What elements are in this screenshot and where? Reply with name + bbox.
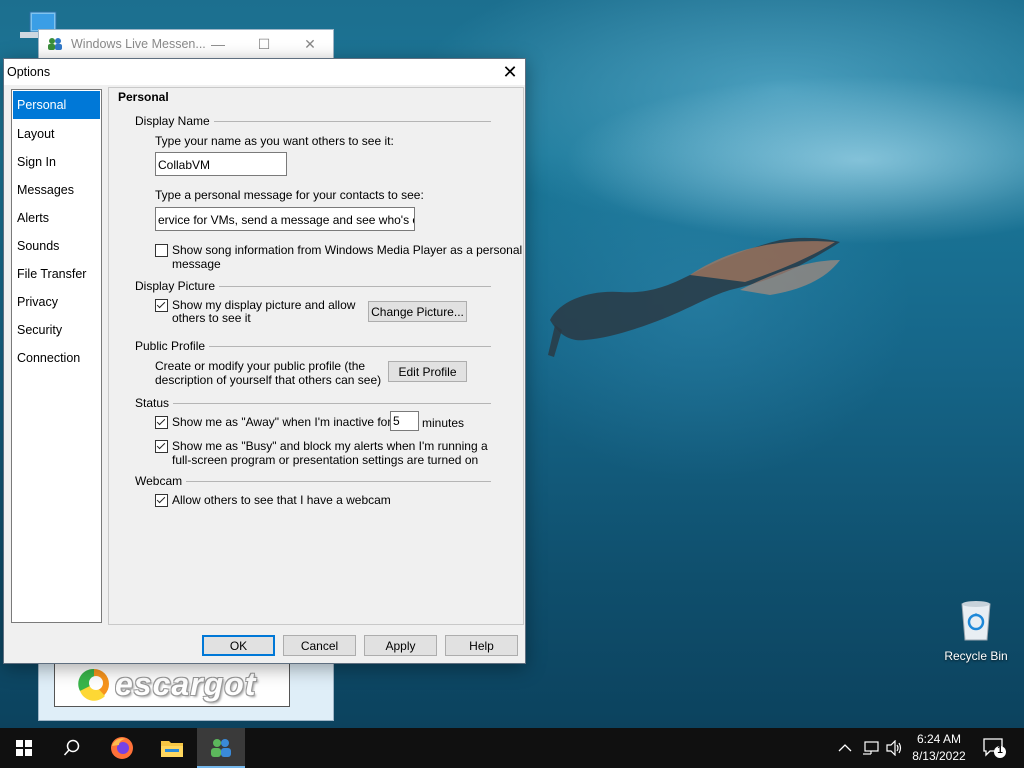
options-titlebar[interactable]: Options ✕ <box>4 59 525 85</box>
wallpaper-diver <box>548 237 840 357</box>
busy-label: Show me as "Busy" and block my alerts wh… <box>172 439 488 453</box>
category-privacy[interactable]: Privacy <box>12 288 101 316</box>
firefox-icon <box>111 737 133 759</box>
apply-button[interactable]: Apply <box>364 635 437 656</box>
messenger-taskbar-button[interactable] <box>197 728 245 768</box>
chevron-up-icon <box>838 744 852 752</box>
section-label: Display Picture <box>135 279 216 293</box>
category-file-transfer[interactable]: File Transfer <box>12 260 101 288</box>
network-icon <box>863 741 879 755</box>
options-dialog[interactable]: Options ✕ Personal Layout Sign In Messag… <box>3 58 526 664</box>
away-label: Show me as "Away" when I'm inactive for <box>172 415 392 429</box>
help-button[interactable]: Help <box>445 635 518 656</box>
away-checkbox[interactable] <box>155 416 168 429</box>
category-list[interactable]: Personal Layout Sign In Messages Alerts … <box>11 89 102 623</box>
category-sounds[interactable]: Sounds <box>12 232 101 260</box>
song-info-checkbox[interactable] <box>155 244 168 257</box>
section-label: Public Profile <box>135 339 206 353</box>
options-title: Options <box>7 65 51 79</box>
section-label: Status <box>135 396 170 410</box>
change-picture-button[interactable]: Change Picture... <box>368 301 467 322</box>
file-explorer-taskbar-button[interactable] <box>148 728 196 768</box>
escargot-banner: escargot <box>54 661 290 707</box>
minimize-button[interactable]: — <box>195 30 241 58</box>
category-alerts[interactable]: Alerts <box>12 204 101 232</box>
minutes-label: minutes <box>422 416 465 430</box>
category-layout[interactable]: Layout <box>12 120 101 148</box>
show-hidden-icons-button[interactable] <box>838 728 852 768</box>
busy-label-line2: full-screen program or presentation sett… <box>172 453 479 467</box>
away-minutes-input[interactable]: 5 <box>390 411 419 431</box>
start-button[interactable] <box>0 728 48 768</box>
profile-description: Create or modify your public profile (th… <box>155 359 366 373</box>
clock-date: 8/13/2022 <box>912 749 966 763</box>
section-status: Status <box>135 396 491 410</box>
notification-count: 1 <box>997 745 1003 756</box>
personal-message-input[interactable]: ervice for VMs, send a message and see w… <box>155 207 415 231</box>
message-prompt: Type a personal message for your contact… <box>155 188 424 202</box>
show-picture-label-line2: others to see it <box>172 311 251 325</box>
name-prompt: Type your name as you want others to see… <box>155 134 394 148</box>
search-icon <box>63 739 80 756</box>
taskbar: 6:24 AM 8/13/2022 1 <box>0 728 1024 768</box>
show-picture-label: Show my display picture and allow <box>172 298 356 312</box>
escargot-logo-icon <box>78 668 109 701</box>
recycle-bin-label: Recycle Bin <box>944 649 1008 663</box>
messenger-titlebar[interactable]: Windows Live Messen... — ☐ ✕ <box>39 30 333 58</box>
section-divider <box>186 480 491 482</box>
clock-time: 6:24 AM <box>916 732 962 746</box>
webcam-checkbox[interactable] <box>155 494 168 507</box>
messenger-icon <box>211 739 231 757</box>
file-explorer-icon <box>161 741 183 757</box>
category-personal[interactable]: Personal <box>13 91 100 119</box>
clock[interactable]: 6:24 AM 8/13/2022 <box>900 731 978 765</box>
edit-profile-button[interactable]: Edit Profile <box>388 361 467 382</box>
section-public-profile: Public Profile <box>135 339 491 353</box>
escargot-banner-text: escargot <box>115 665 257 702</box>
ok-button[interactable]: OK <box>202 635 275 656</box>
messenger-icon <box>48 38 62 50</box>
section-display-picture: Display Picture <box>135 279 491 293</box>
section-divider <box>173 402 491 404</box>
panel-title: Personal <box>118 90 169 104</box>
cancel-button[interactable]: Cancel <box>283 635 356 656</box>
section-webcam: Webcam <box>135 474 491 488</box>
display-name-input[interactable]: CollabVM <box>155 152 287 176</box>
personal-panel: Personal Display Name Type your name as … <box>108 87 524 625</box>
network-button[interactable] <box>862 728 880 768</box>
profile-description-line2: description of yourself that others can … <box>155 373 382 387</box>
category-security[interactable]: Security <box>12 316 101 344</box>
start-icon <box>16 740 32 756</box>
category-sign-in[interactable]: Sign In <box>12 148 101 176</box>
section-display-name: Display Name <box>135 114 491 128</box>
firefox-taskbar-button[interactable] <box>98 728 146 768</box>
messenger-title: Windows Live Messen... <box>71 37 206 51</box>
maximize-button[interactable]: ☐ <box>241 30 287 58</box>
section-label: Webcam <box>135 474 183 488</box>
recycle-bin[interactable]: Recycle Bin <box>940 600 1012 663</box>
show-picture-checkbox[interactable] <box>155 299 168 312</box>
section-divider <box>219 285 491 287</box>
busy-checkbox[interactable] <box>155 440 168 453</box>
close-button[interactable]: ✕ <box>287 30 333 58</box>
recycle-bin-icon <box>961 601 991 641</box>
category-connection[interactable]: Connection <box>12 344 101 372</box>
song-info-label-line2: message <box>172 257 221 271</box>
action-center-button[interactable]: 1 <box>982 728 1006 768</box>
dialog-close-button[interactable]: ✕ <box>495 59 525 85</box>
search-button[interactable] <box>48 728 96 768</box>
song-info-label: Show song information from Windows Media… <box>172 243 523 257</box>
category-messages[interactable]: Messages <box>12 176 101 204</box>
section-divider <box>213 120 491 122</box>
section-divider <box>209 345 491 347</box>
webcam-label: Allow others to see that I have a webcam <box>172 493 391 507</box>
section-label: Display Name <box>135 114 210 128</box>
